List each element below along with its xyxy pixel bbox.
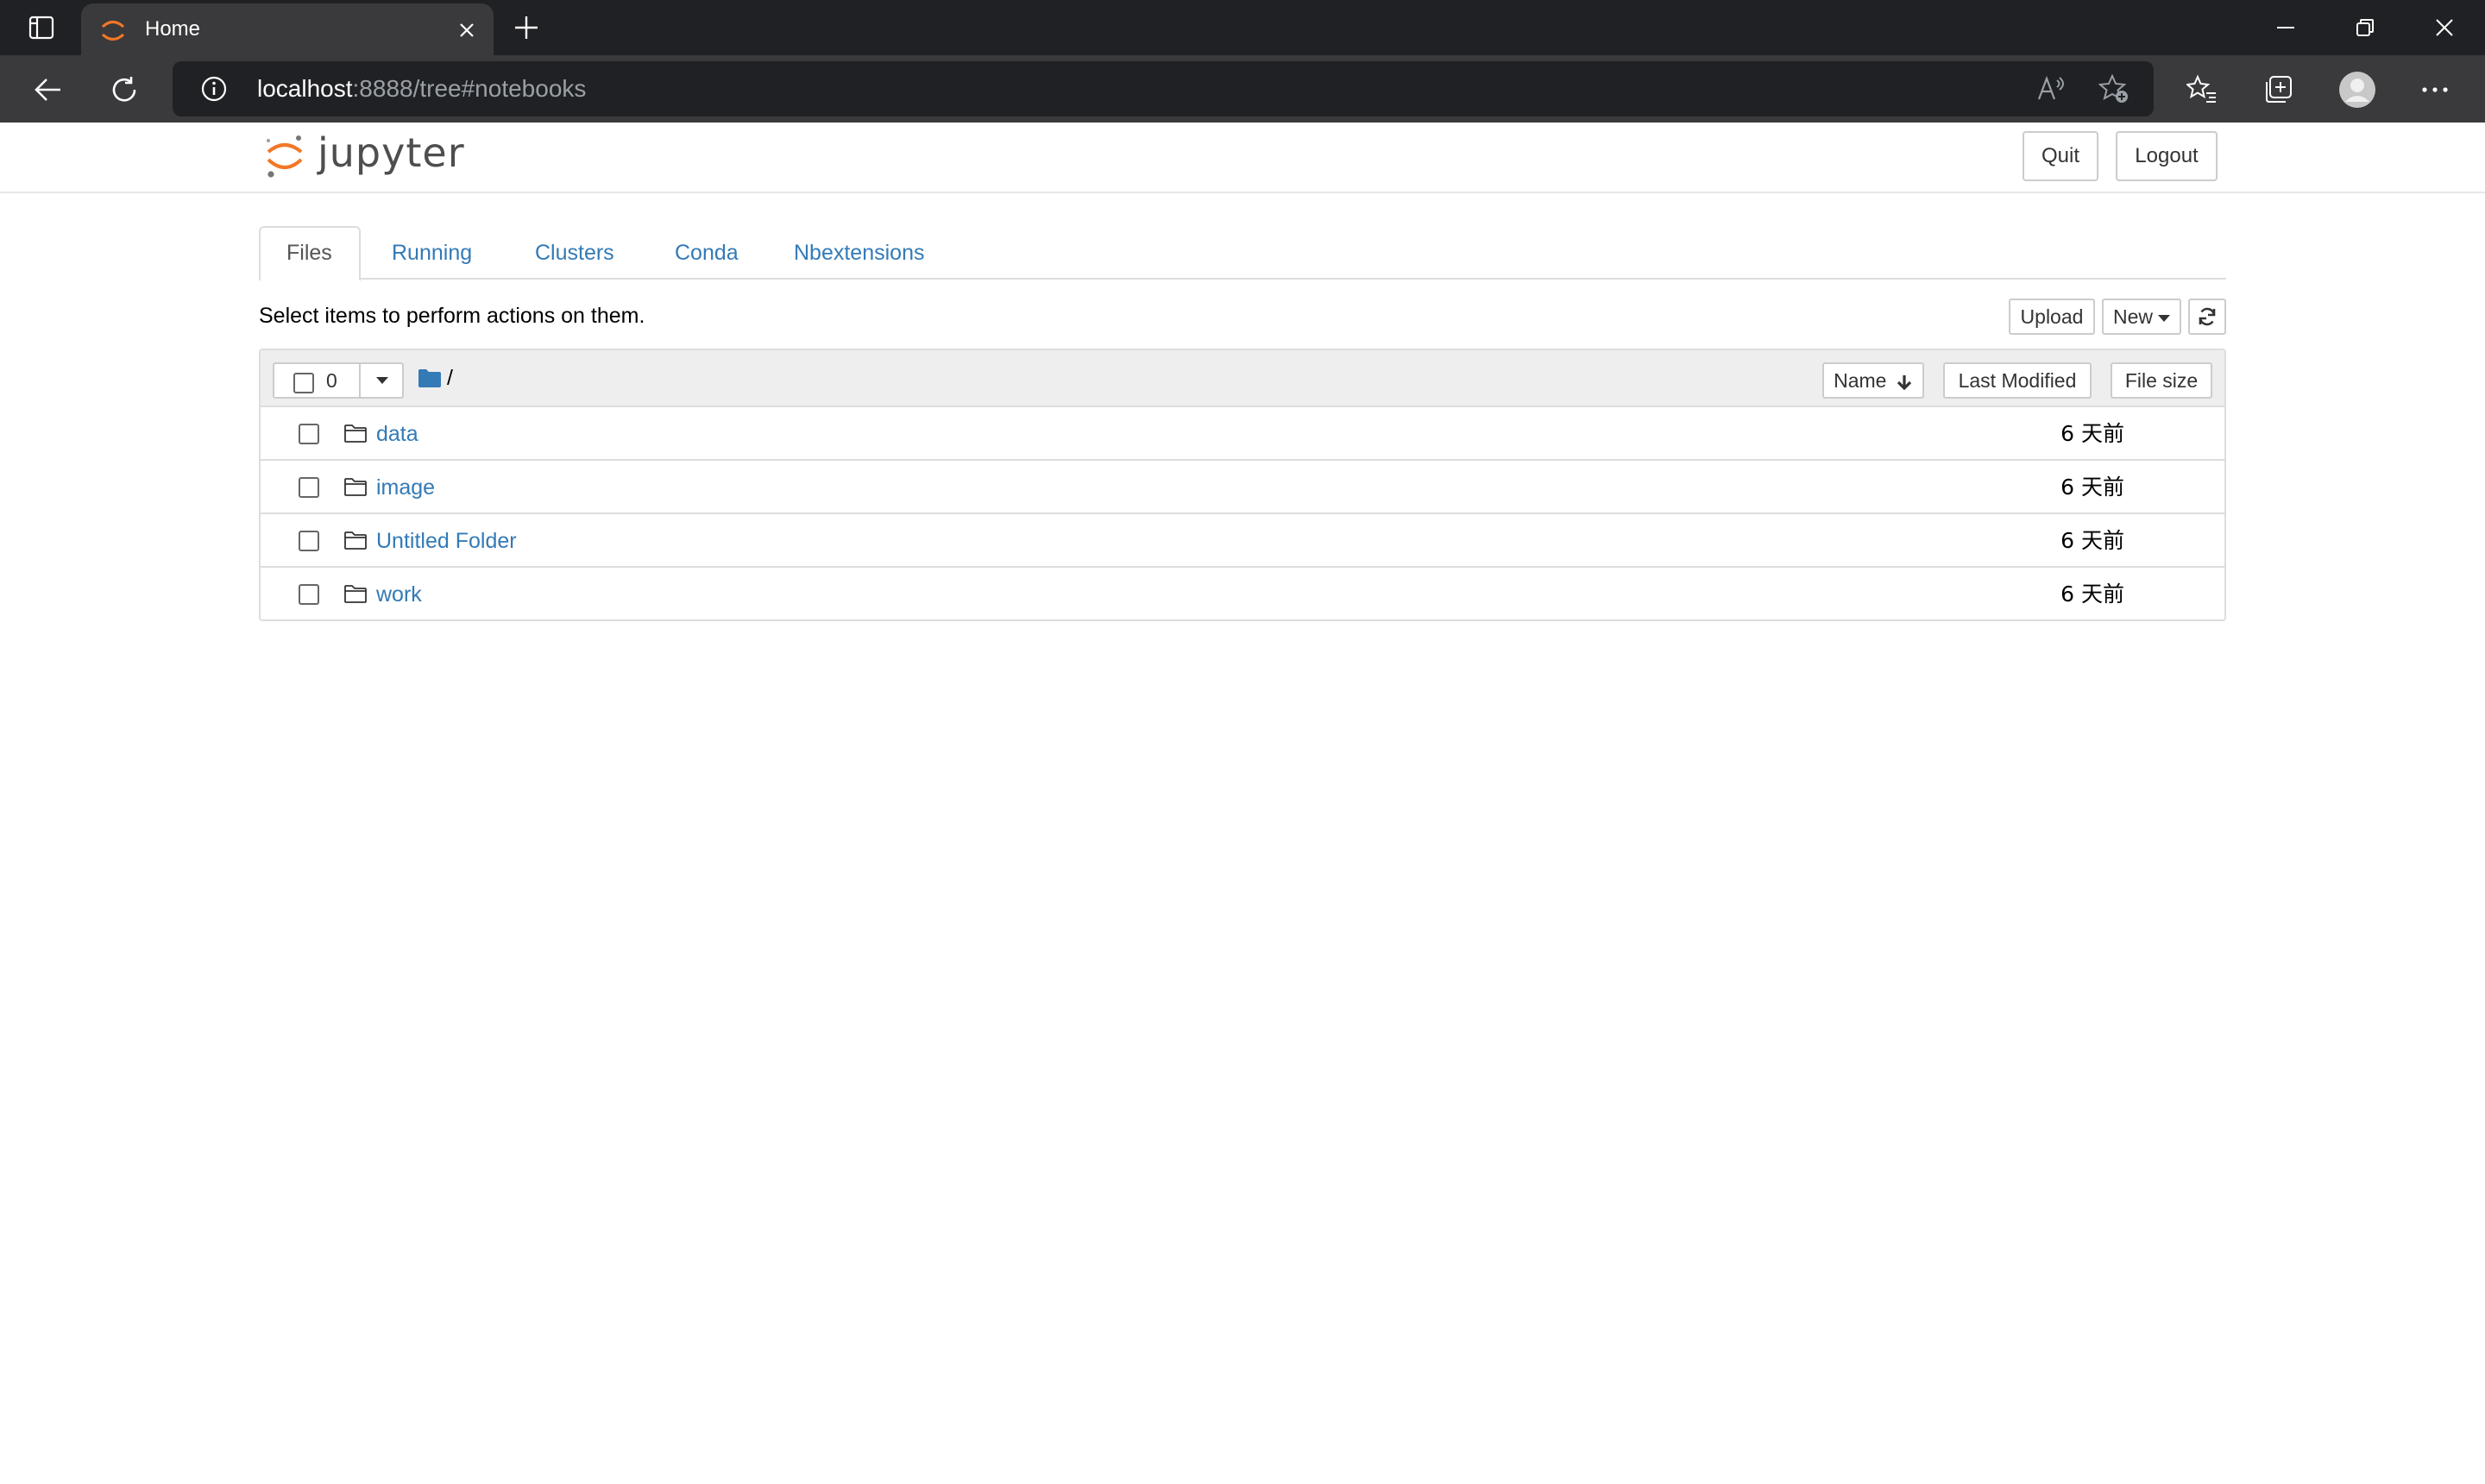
- list-item[interactable]: work 6 天前: [261, 568, 2224, 621]
- select-all-group: 0: [273, 362, 404, 399]
- tab-actions-icon[interactable]: [17, 10, 66, 45]
- tab-running[interactable]: Running: [366, 226, 498, 280]
- file-list-header: 0 / Name Last Modified File size: [261, 350, 2224, 407]
- browser-tab-home[interactable]: Home: [81, 3, 494, 55]
- url-path: :8888/tree#notebooks: [352, 75, 587, 102]
- restore-icon[interactable]: [2326, 0, 2404, 55]
- list-item[interactable]: Untitled Folder 6 天前: [261, 514, 2224, 568]
- window-close-icon[interactable]: [2406, 0, 2483, 55]
- refresh-icon: [2199, 307, 2216, 326]
- folder-outline-icon: [344, 531, 367, 550]
- tab-clusters[interactable]: Clusters: [509, 226, 640, 280]
- sort-name-label: Name: [1834, 369, 1887, 392]
- logout-button[interactable]: Logout: [2116, 131, 2218, 181]
- select-divider: [359, 364, 361, 397]
- reload-icon[interactable]: [105, 71, 143, 109]
- folder-outline-icon: [344, 585, 367, 603]
- refresh-button[interactable]: [2188, 299, 2226, 335]
- back-arrow-icon[interactable]: [29, 71, 67, 109]
- sort-by-modified-button[interactable]: Last Modified: [1943, 362, 2092, 399]
- folder-outline-icon: [344, 424, 367, 443]
- read-aloud-icon[interactable]: [2036, 73, 2067, 104]
- selected-count: 0: [326, 369, 337, 392]
- item-modified: 6 天前: [2060, 582, 2124, 607]
- file-list: 0 / Name Last Modified File size data 6 …: [259, 349, 2226, 621]
- breadcrumb-root[interactable]: /: [447, 362, 453, 393]
- item-checkbox[interactable]: [299, 584, 319, 605]
- quit-button[interactable]: Quit: [2023, 131, 2098, 181]
- url-host: localhost: [257, 75, 353, 102]
- arrow-down-icon: [1897, 374, 1912, 391]
- profile-icon[interactable]: [2338, 71, 2376, 109]
- list-item[interactable]: image 6 天前: [261, 461, 2224, 514]
- folder-outline-icon: [344, 478, 367, 496]
- info-icon[interactable]: [198, 73, 230, 104]
- jupyter-tabs: Files Running Clusters Conda Nbextension…: [259, 226, 2226, 281]
- browser-address-bar: localhost:8888/tree#notebooks: [0, 55, 2485, 123]
- item-checkbox[interactable]: [299, 531, 319, 551]
- select-dropdown-caret-icon[interactable]: [376, 377, 388, 384]
- item-checkbox[interactable]: [299, 424, 319, 444]
- select-all-checkbox[interactable]: [293, 373, 314, 393]
- browser-tab-bar: Home: [0, 0, 2485, 55]
- jupyter-favicon-icon: [98, 16, 128, 45]
- list-item[interactable]: data 6 天前: [261, 407, 2224, 461]
- item-modified: 6 天前: [2060, 528, 2124, 553]
- item-name-link[interactable]: work: [376, 568, 422, 621]
- item-name-link[interactable]: data: [376, 407, 418, 461]
- minimize-icon[interactable]: [2247, 0, 2325, 55]
- tab-title: Home: [145, 17, 201, 41]
- close-icon[interactable]: [452, 16, 481, 45]
- url-field[interactable]: localhost:8888/tree#notebooks: [173, 61, 2154, 116]
- sort-by-size-button[interactable]: File size: [2111, 362, 2212, 399]
- url-text: localhost:8888/tree#notebooks: [257, 61, 586, 116]
- jupyter-logo-text: jupyter: [318, 129, 465, 176]
- star-plus-icon[interactable]: [2098, 73, 2130, 104]
- jupyter-header: jupyter Quit Logout: [0, 123, 2485, 193]
- tab-nbextensions[interactable]: Nbextensions: [768, 226, 950, 280]
- favorites-icon[interactable]: [2183, 71, 2221, 109]
- item-name-link[interactable]: Untitled Folder: [376, 514, 517, 568]
- item-modified: 6 天前: [2060, 475, 2124, 500]
- new-button-label: New: [2112, 305, 2153, 328]
- sort-by-name-button[interactable]: Name: [1822, 362, 1924, 399]
- new-button[interactable]: New: [2102, 299, 2181, 335]
- select-hint: Select items to perform actions on them.: [259, 304, 645, 328]
- plus-icon[interactable]: [509, 10, 544, 45]
- collections-icon[interactable]: [2259, 71, 2297, 109]
- tab-conda[interactable]: Conda: [649, 226, 764, 280]
- caret-down-icon: [2158, 314, 2170, 322]
- jupyter-logo-icon: [267, 135, 303, 178]
- jupyter-logo[interactable]: jupyter: [264, 131, 464, 181]
- upload-button[interactable]: Upload: [2009, 299, 2095, 335]
- item-modified: 6 天前: [2060, 421, 2124, 446]
- more-icon[interactable]: [2416, 71, 2454, 109]
- tab-files[interactable]: Files: [259, 226, 361, 281]
- folder-icon[interactable]: [418, 368, 442, 388]
- item-name-link[interactable]: image: [376, 461, 435, 514]
- item-checkbox[interactable]: [299, 477, 319, 498]
